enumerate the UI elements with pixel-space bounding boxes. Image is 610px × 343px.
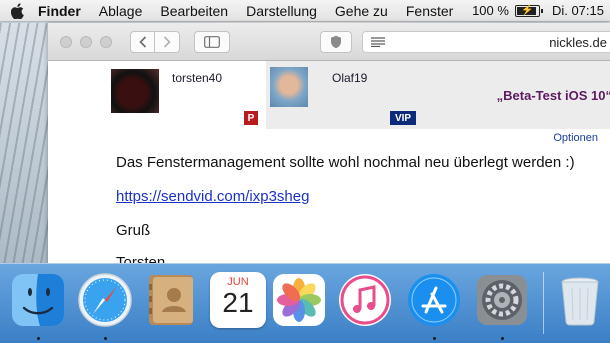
finder-icon[interactable]: [10, 272, 66, 328]
back-button[interactable]: [130, 30, 155, 53]
thread-title[interactable]: „Beta-Test iOS 10“: [497, 88, 610, 103]
post-greeting: Gruß: [116, 222, 151, 239]
system-preferences-icon[interactable]: [474, 272, 530, 328]
menu-bearbeiten[interactable]: Bearbeiten: [151, 3, 237, 19]
reader-view-icon[interactable]: [371, 37, 385, 47]
dock-separator: [543, 272, 544, 334]
dock: JUN 21: [0, 263, 610, 343]
page-content: torsten40 P Olaf19 VIP „Beta-Test iOS 10…: [48, 61, 610, 273]
shield-icon: [331, 35, 341, 49]
browser-toolbar: nickles.de: [48, 23, 610, 61]
app-store-icon[interactable]: [406, 272, 462, 328]
chevron-left-icon: [138, 35, 146, 48]
sidebar-toggle-button[interactable]: [194, 30, 230, 53]
privacy-extension-button[interactable]: [320, 31, 352, 53]
running-indicator: [104, 337, 107, 340]
safari-window: nickles.de torsten40 P Olaf19 VIP „Beta-…: [48, 23, 610, 273]
chevron-right-icon: [163, 35, 171, 48]
itunes-icon[interactable]: [337, 272, 393, 328]
post-link[interactable]: https://sendvid.com/ixp3sheg: [116, 188, 309, 205]
running-indicator: [501, 337, 504, 340]
menu-fenster[interactable]: Fenster: [397, 3, 462, 19]
address-host: nickles.de: [549, 34, 607, 50]
vip-badge: VIP: [390, 111, 416, 125]
zoom-window-button[interactable]: [100, 35, 112, 48]
trash-icon[interactable]: [552, 272, 608, 328]
history-nav: [130, 30, 180, 53]
contacts-icon[interactable]: [143, 272, 199, 328]
post-body-text: Das Fenstermanagement sollte wohl nochma…: [116, 154, 575, 171]
options-link[interactable]: Optionen: [553, 132, 598, 144]
menu-gehe-zu[interactable]: Gehe zu: [326, 3, 397, 19]
menubar-clock[interactable]: Di. 07:15: [552, 3, 604, 18]
address-bar[interactable]: nickles.de: [362, 31, 610, 53]
quoted-user-name[interactable]: Olaf19: [332, 71, 367, 85]
post-header: torsten40 P Olaf19 VIP „Beta-Test iOS 10…: [100, 61, 610, 129]
minimize-window-button[interactable]: [80, 35, 92, 48]
forward-button[interactable]: [155, 30, 180, 53]
author-cell: torsten40 P: [100, 61, 264, 129]
close-window-button[interactable]: [60, 35, 72, 48]
quoted-user-cell: Olaf19 VIP „Beta-Test iOS 10“: [266, 61, 610, 129]
running-indicator: [433, 337, 436, 340]
running-indicator: [37, 337, 40, 340]
safari-icon[interactable]: [77, 272, 133, 328]
photos-icon[interactable]: [271, 272, 327, 328]
author-avatar[interactable]: [111, 69, 159, 113]
desktop-wallpaper: [0, 23, 48, 273]
menu-finder[interactable]: Finder: [34, 3, 90, 19]
menu-darstellung[interactable]: Darstellung: [237, 3, 326, 19]
menu-ablage[interactable]: Ablage: [90, 3, 152, 19]
battery-percent[interactable]: 100 %: [472, 3, 509, 18]
quoted-user-avatar[interactable]: [270, 67, 308, 107]
window-controls: [60, 35, 112, 48]
apple-menu-icon[interactable]: [0, 2, 34, 19]
calendar-icon[interactable]: JUN 21: [210, 272, 266, 328]
calendar-day: 21: [222, 287, 254, 318]
author-name[interactable]: torsten40: [172, 71, 222, 85]
menu-bar: Finder Ablage Bearbeiten Darstellung Geh…: [0, 0, 610, 22]
sidebar-icon: [204, 35, 220, 48]
battery-icon[interactable]: ⚡: [514, 4, 543, 17]
author-rank-badge: P: [244, 111, 258, 125]
